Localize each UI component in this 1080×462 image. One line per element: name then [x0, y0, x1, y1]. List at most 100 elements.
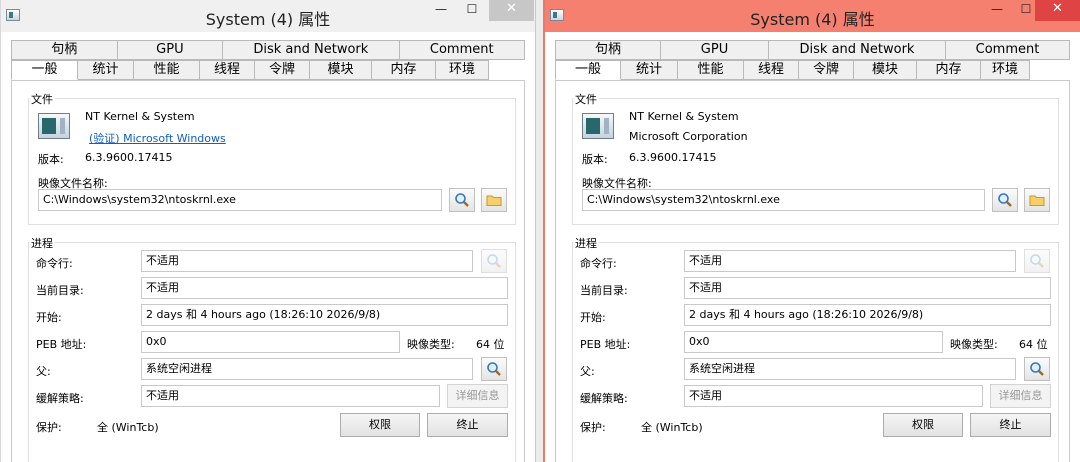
folder-icon[interactable] — [1024, 188, 1050, 212]
title-bar[interactable]: System (4) 属性 — ☐ ✕ — [1, 0, 535, 32]
tab-performance[interactable]: 性能 — [134, 60, 200, 80]
mitigation-field[interactable]: 不适用 — [141, 385, 440, 407]
process-group-label: 进程 — [573, 235, 599, 251]
cwd-field[interactable]: 不适用 — [684, 277, 1051, 299]
company-link[interactable]: (验证) Microsoft Windows — [89, 130, 226, 146]
close-icon[interactable]: ✕ — [489, 0, 534, 21]
app-icon — [38, 113, 70, 139]
general-tab-content: 文件 NT Kernel & System (验证) Microsoft Win… — [11, 80, 525, 462]
tab-threads[interactable]: 线程 — [200, 60, 255, 80]
version-label: 版本: — [582, 153, 608, 166]
image-type-value: 64 位 — [476, 338, 505, 351]
parent-label: 父: — [36, 365, 51, 378]
title-bar[interactable]: System (4) 属性 — ☐ ✕ — [545, 0, 1080, 32]
tab-memory[interactable]: 内存 — [372, 60, 436, 80]
folder-icon[interactable] — [481, 188, 507, 212]
tab-statistics[interactable]: 统计 — [621, 60, 678, 80]
details-button[interactable]: 详细信息 — [447, 384, 508, 408]
app-icon — [582, 113, 614, 139]
minimize-icon[interactable]: — — [427, 0, 455, 21]
cmdline-field[interactable]: 不适用 — [684, 250, 1016, 272]
terminate-button[interactable]: 终止 — [970, 413, 1051, 437]
search-icon[interactable] — [992, 188, 1018, 212]
tab-environment[interactable]: 环境 — [436, 60, 489, 80]
image-path-field[interactable]: C:\Windows\system32\ntoskrnl.exe — [582, 189, 985, 211]
file-group: 文件 NT Kernel & System (验证) Microsoft Win… — [28, 91, 516, 225]
start-field[interactable]: 2 days 和 4 hours ago (18:26:10 2026/9/8) — [684, 304, 1051, 326]
cmdline-label: 命令行: — [580, 257, 617, 270]
tab-statistics[interactable]: 统计 — [78, 60, 134, 80]
version-label: 版本: — [38, 153, 64, 166]
parent-field[interactable]: 系统空闲进程 — [684, 358, 1016, 380]
tab-handles[interactable]: 句柄 — [555, 40, 661, 60]
protection-label: 保护: — [580, 421, 606, 434]
tab-handles[interactable]: 句柄 — [11, 40, 118, 60]
version-value: 6.3.9600.17415 — [629, 151, 717, 164]
tab-row-2: 一般 统计 性能 线程 令牌 模块 内存 环境 — [555, 60, 1070, 80]
image-type-label: 映像类型: — [950, 338, 998, 351]
minimize-icon[interactable]: — — [983, 0, 1011, 21]
process-group: 进程 命令行: 不适用 当前目录: 不适用 开始: 2 days 和 4 hou… — [28, 235, 516, 462]
file-group: 文件 NT Kernel & System Microsoft Corporat… — [572, 91, 1059, 225]
protection-value: 全 (WinTcb) — [97, 421, 159, 434]
search-icon[interactable] — [481, 249, 507, 273]
file-group-label: 文件 — [573, 91, 599, 107]
tab-threads[interactable]: 线程 — [744, 60, 799, 80]
cmdline-label: 命令行: — [36, 257, 73, 270]
tab-disk-network[interactable]: Disk and Network — [769, 40, 946, 60]
cwd-field[interactable]: 不适用 — [141, 277, 508, 299]
properties-window-right: System (4) 属性 — ☐ ✕ 句柄 GPU Disk and Netw… — [543, 0, 1080, 462]
tab-row-1: 句柄 GPU Disk and Network Comment — [11, 40, 526, 60]
search-icon[interactable] — [449, 188, 475, 212]
peb-label: PEB 地址: — [580, 338, 631, 351]
mitigation-label: 缓解策略: — [36, 392, 84, 405]
tab-row-2: 一般 统计 性能 线程 令牌 模块 内存 环境 — [11, 60, 525, 80]
protection-label: 保护: — [36, 421, 62, 434]
details-button[interactable]: 详细信息 — [990, 384, 1051, 408]
tab-environment[interactable]: 环境 — [981, 60, 1030, 80]
peb-field[interactable]: 0x0 — [684, 331, 943, 353]
process-group: 进程 命令行: 不适用 当前目录: 不适用 开始: 2 days 和 4 hou… — [572, 235, 1059, 462]
tab-token[interactable]: 令牌 — [799, 60, 854, 80]
permissions-button[interactable]: 权限 — [883, 413, 963, 437]
tab-comment[interactable]: Comment — [946, 40, 1070, 60]
close-icon[interactable]: ✕ — [1035, 0, 1080, 21]
version-value: 6.3.9600.17415 — [85, 151, 173, 164]
tab-modules[interactable]: 模块 — [854, 60, 917, 80]
image-type-label: 映像类型: — [407, 338, 455, 351]
window-gap — [536, 0, 543, 462]
protection-value: 全 (WinTcb) — [641, 421, 703, 434]
peb-label: PEB 地址: — [36, 338, 87, 351]
tab-memory[interactable]: 内存 — [917, 60, 981, 80]
cwd-label: 当前目录: — [36, 284, 84, 297]
company-name: Microsoft Corporation — [629, 130, 748, 143]
search-icon[interactable] — [1024, 249, 1050, 273]
cwd-label: 当前目录: — [580, 284, 628, 297]
tab-token[interactable]: 令牌 — [255, 60, 310, 80]
mitigation-label: 缓解策略: — [580, 392, 628, 405]
parent-field[interactable]: 系统空闲进程 — [141, 358, 473, 380]
search-icon[interactable] — [481, 357, 507, 381]
start-label: 开始: — [580, 311, 606, 324]
tab-disk-network[interactable]: Disk and Network — [223, 40, 400, 60]
tab-gpu[interactable]: GPU — [661, 40, 769, 60]
maximize-icon[interactable]: ☐ — [459, 0, 485, 21]
parent-label: 父: — [580, 365, 595, 378]
tab-general[interactable]: 一般 — [555, 60, 621, 80]
tab-modules[interactable]: 模块 — [310, 60, 372, 80]
mitigation-field[interactable]: 不适用 — [684, 385, 983, 407]
permissions-button[interactable]: 权限 — [340, 413, 420, 437]
peb-field[interactable]: 0x0 — [141, 331, 400, 353]
tab-general[interactable]: 一般 — [11, 60, 78, 80]
tab-performance[interactable]: 性能 — [678, 60, 744, 80]
file-name: NT Kernel & System — [629, 110, 739, 123]
tab-gpu[interactable]: GPU — [117, 40, 224, 60]
image-path-field[interactable]: C:\Windows\system32\ntoskrnl.exe — [38, 189, 442, 211]
tab-comment[interactable]: Comment — [399, 40, 526, 60]
cmdline-field[interactable]: 不适用 — [141, 250, 473, 272]
file-group-label: 文件 — [29, 91, 55, 107]
search-icon[interactable] — [1024, 357, 1050, 381]
start-field[interactable]: 2 days 和 4 hours ago (18:26:10 2026/9/8) — [141, 304, 508, 326]
terminate-button[interactable]: 终止 — [427, 413, 508, 437]
properties-window-left: System (4) 属性 — ☐ ✕ 句柄 GPU Disk and Netw… — [0, 0, 536, 462]
